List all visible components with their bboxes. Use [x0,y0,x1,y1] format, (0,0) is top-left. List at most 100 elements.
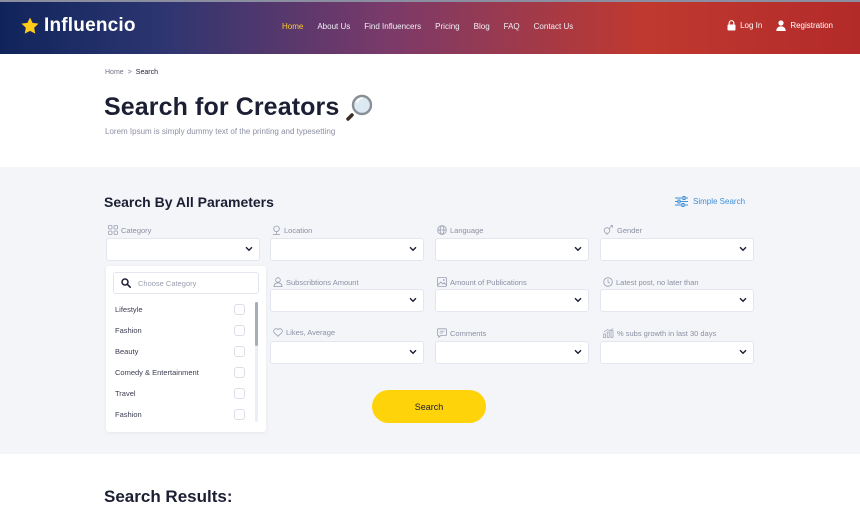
lock-icon [727,20,736,31]
globe-icon [437,225,447,235]
login-link[interactable]: Log In [727,20,762,31]
nav-pricing[interactable]: Pricing [435,22,459,31]
language-label: Language [437,225,483,235]
gender-label-text: Gender [617,225,643,235]
brand-logo[interactable]: Influencio [20,15,136,37]
location-label-text: Location [284,225,313,235]
category-label-text: Category [121,225,152,235]
breadcrumb: Home > Search [105,69,158,76]
category-option-fashion-2[interactable]: Fashion [115,410,142,419]
simple-search-label: Simple Search [693,197,746,206]
search-results-title: Search Results: [104,487,233,506]
category-option-travel[interactable]: Travel [115,389,136,398]
brand-name: Influencio [44,15,136,36]
chevron-down-icon [574,297,582,303]
gender-icon [603,225,613,235]
chevron-down-icon [739,297,747,303]
search-icon [121,278,131,288]
nav-blog[interactable]: Blog [474,22,490,31]
subs-growth-label: % subs growth in last 30 days [603,328,716,338]
language-select[interactable] [435,238,589,261]
amount-of-publications-label: Amount of Publications [437,277,527,287]
likes-average-label: Likes, Average [273,328,335,337]
auth-links: Log In Registration [713,20,833,31]
chevron-down-icon [739,246,747,252]
page-title: Search for Creators [104,92,340,121]
amount-of-publications-label-text: Amount of Publications [450,277,527,287]
category-dropdown: Lifestyle Fashion Beauty Comedy & Entert… [106,266,266,432]
breadcrumb-current: Search [135,69,158,76]
chevron-down-icon [409,349,417,355]
login-label: Log In [740,21,763,30]
subscriptions-amount-select[interactable] [270,289,424,312]
likes-average-select[interactable] [270,341,424,364]
category-checkbox[interactable] [234,304,245,315]
simple-search-link[interactable]: Simple Search [675,196,745,207]
likes-average-label-text: Likes, Average [286,328,336,337]
category-option-beauty[interactable]: Beauty [115,347,138,356]
chevron-down-icon [739,349,747,355]
nav-about-us[interactable]: About Us [317,22,350,31]
category-search-input[interactable] [138,278,248,288]
dropdown-scrollbar-thumb[interactable] [255,302,258,346]
category-search-field[interactable] [113,272,259,294]
magnifying-glass-icon [346,94,373,121]
site-header: Influencio Home About Us Find Influencer… [0,0,860,54]
heart-icon [273,328,283,337]
chevron-down-icon [245,246,253,252]
breadcrumb-home[interactable]: Home [105,69,124,76]
category-option-lifestyle[interactable]: Lifestyle [115,305,143,314]
subscriptions-amount-label-text: Subscribtions Amount [286,277,359,287]
registration-label: Registration [790,21,833,30]
star-icon [21,17,39,34]
category-checkbox[interactable] [234,325,245,336]
subs-growth-select[interactable] [600,341,754,364]
nav-find-influencers[interactable]: Find Influencers [364,22,421,31]
search-panel-title: Search By All Parameters [104,194,274,210]
clock-icon [603,277,613,287]
page-subtitle: Lorem Ipsum is simply dummy text of the … [105,127,336,136]
user-icon [273,277,283,287]
nav-home[interactable]: Home [282,22,303,31]
category-option-comedy-entertainment[interactable]: Comedy & Entertainment [115,368,199,377]
chevron-down-icon [409,297,417,303]
sliders-icon [675,196,688,207]
language-label-text: Language [450,225,484,235]
search-button[interactable]: Search [372,390,486,423]
location-pin-icon [273,225,280,235]
growth-chart-icon [603,328,614,338]
chevron-down-icon [409,246,417,252]
page-title-row: Search for Creators [104,92,375,122]
latest-post-label-text: Latest post, no later than [616,277,699,287]
category-checkbox[interactable] [234,367,245,378]
chevron-down-icon [574,349,582,355]
location-select[interactable] [270,238,424,261]
comments-select[interactable] [435,341,589,364]
latest-post-label: Latest post, no later than [603,277,699,287]
category-checkbox[interactable] [234,388,245,399]
amount-of-publications-select[interactable] [435,289,589,312]
gender-label: Gender [603,225,642,235]
comment-icon [437,328,447,338]
latest-post-select[interactable] [600,289,754,312]
nav-faq[interactable]: FAQ [504,22,520,31]
main-nav: Home About Us Find Influencers Pricing B… [282,22,587,31]
chevron-down-icon [574,246,582,252]
nav-contact-us[interactable]: Contact Us [534,22,574,31]
category-option-fashion[interactable]: Fashion [115,326,142,335]
comments-label: Comments [437,328,486,338]
grid-icon [108,225,118,235]
comments-label-text: Comments [450,328,487,338]
image-icon [437,277,447,287]
gender-select[interactable] [600,238,754,261]
registration-link[interactable]: Registration [776,20,833,31]
category-checkbox[interactable] [234,346,245,357]
user-icon [776,20,787,31]
location-label: Location [272,225,312,235]
category-select[interactable] [106,238,260,261]
category-checkbox[interactable] [234,409,245,420]
subscriptions-amount-label: Subscribtions Amount [273,277,359,287]
category-label: Category [108,225,151,235]
subs-growth-label-text: % subs growth in last 30 days [617,328,717,338]
breadcrumb-separator: > [127,69,132,76]
